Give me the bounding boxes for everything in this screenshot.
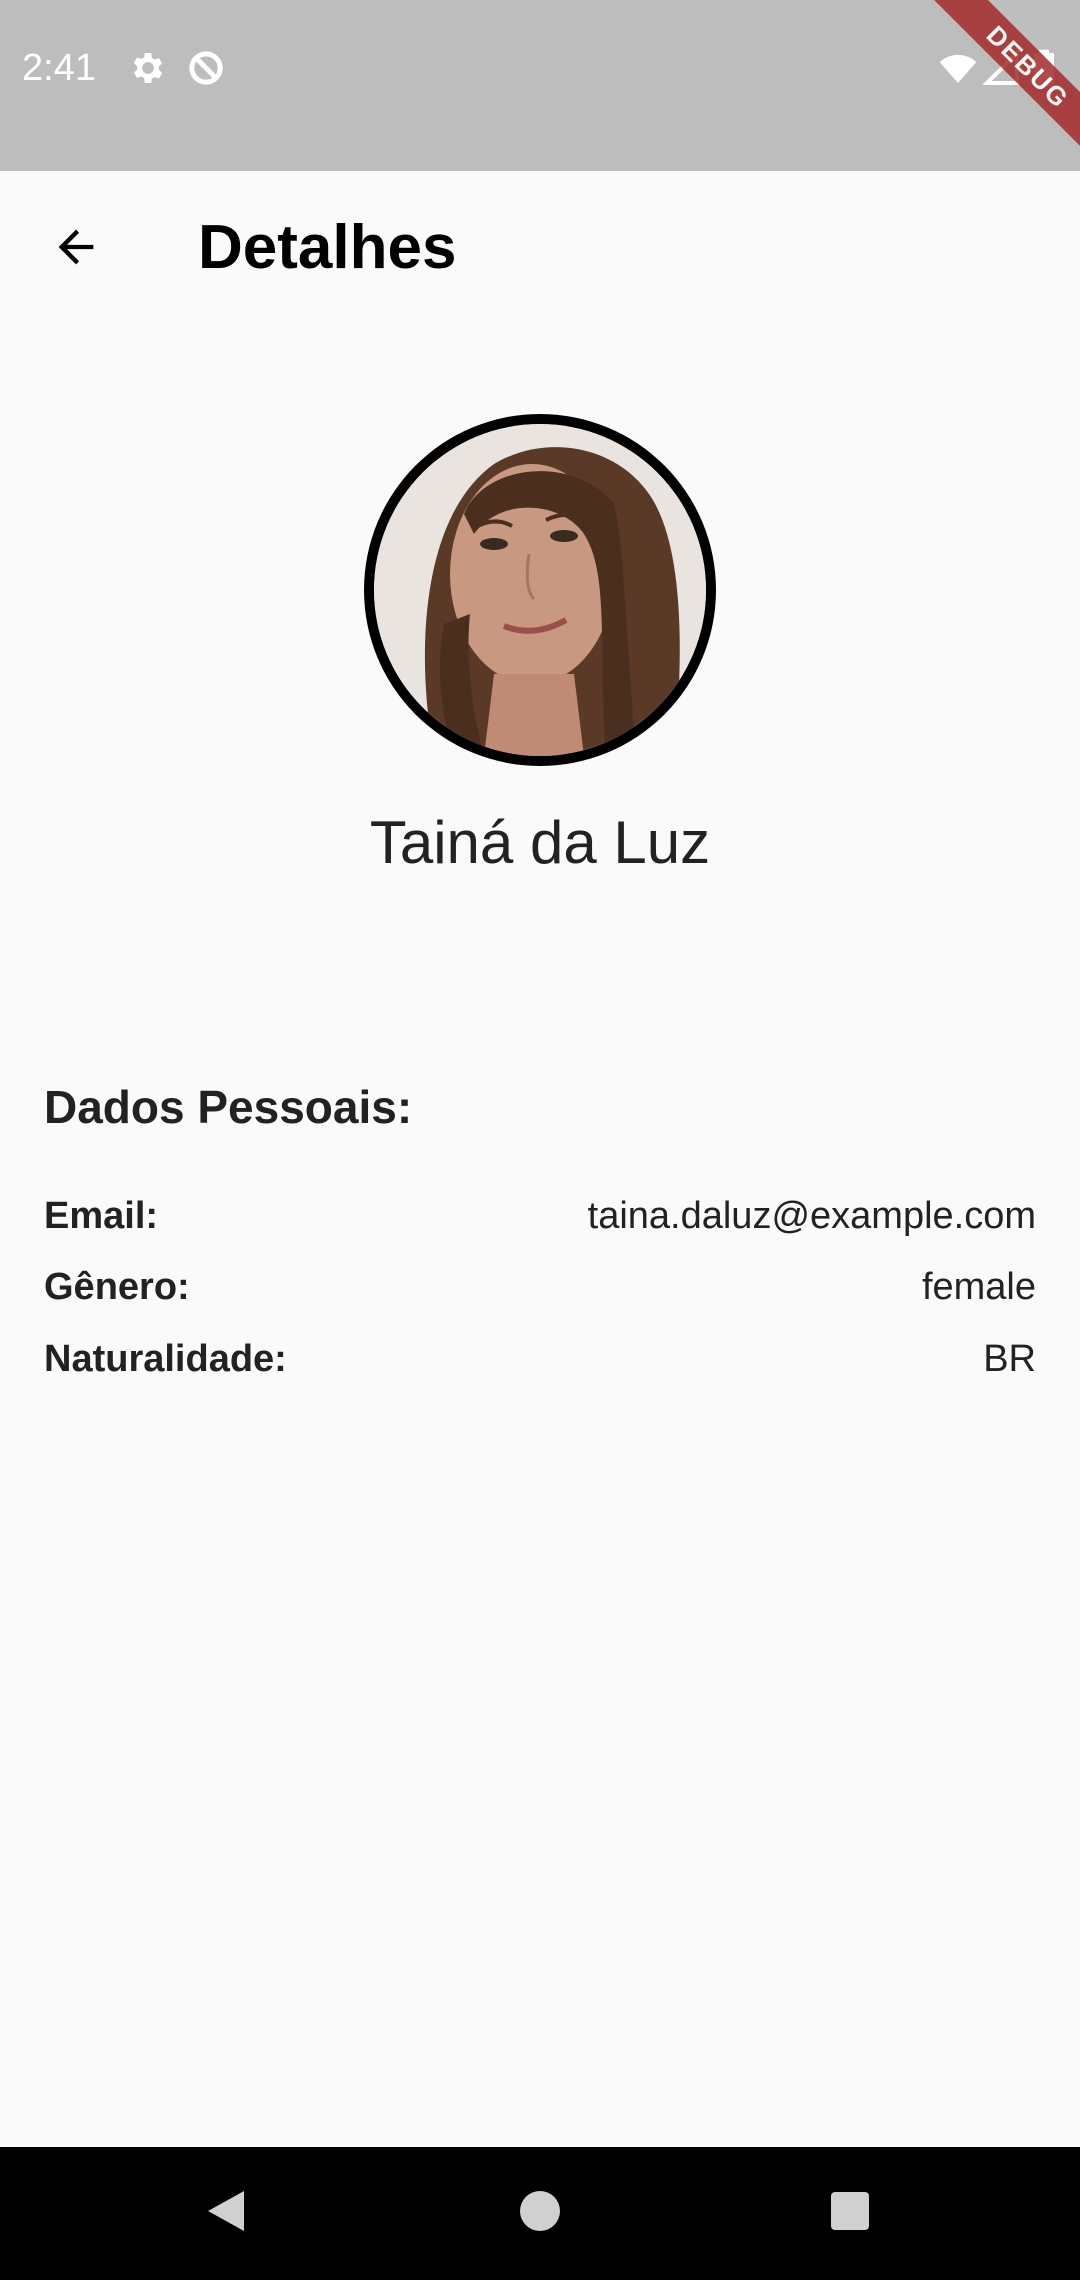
home-circle-icon <box>518 2189 562 2238</box>
gear-icon <box>128 48 168 88</box>
info-row-gender: Gênero: female <box>44 1257 1036 1317</box>
battery-icon <box>1030 48 1070 88</box>
section-title: Dados Pessoais: <box>44 1081 413 1133</box>
info-value: taina.daluz@example.com <box>587 1194 1036 1237</box>
info-value: female <box>921 1265 1036 1308</box>
info-row-email: Email: taina.daluz@example.com <box>44 1186 1036 1246</box>
signal-icon <box>982 48 1022 88</box>
app-bar: Detalhes <box>0 171 1080 323</box>
nav-back-button[interactable] <box>156 2147 296 2280</box>
avatar-photo <box>374 424 706 756</box>
back-triangle-icon <box>204 2187 248 2240</box>
data-saver-icon <box>186 48 226 88</box>
info-label: Email: <box>44 1194 159 1237</box>
page-title: Detalhes <box>198 213 457 282</box>
profile-name: Tainá da Luz <box>369 809 711 876</box>
info-label: Gênero: <box>44 1265 190 1308</box>
nav-home-button[interactable] <box>470 2147 610 2280</box>
navigation-bar <box>0 2147 1080 2280</box>
wifi-icon <box>938 48 978 88</box>
recents-square-icon <box>829 2190 871 2237</box>
info-label: Naturalidade: <box>44 1337 287 1380</box>
info-value: BR <box>983 1337 1036 1380</box>
status-bar: 2:41 DEBUG <box>0 0 1080 171</box>
arrow-back-icon <box>50 221 102 278</box>
avatar <box>364 414 716 766</box>
status-time: 2:41 <box>22 47 96 89</box>
nav-recents-button[interactable] <box>780 2147 920 2280</box>
info-row-nationality: Naturalidade: BR <box>44 1329 1036 1389</box>
back-button[interactable] <box>40 213 112 285</box>
